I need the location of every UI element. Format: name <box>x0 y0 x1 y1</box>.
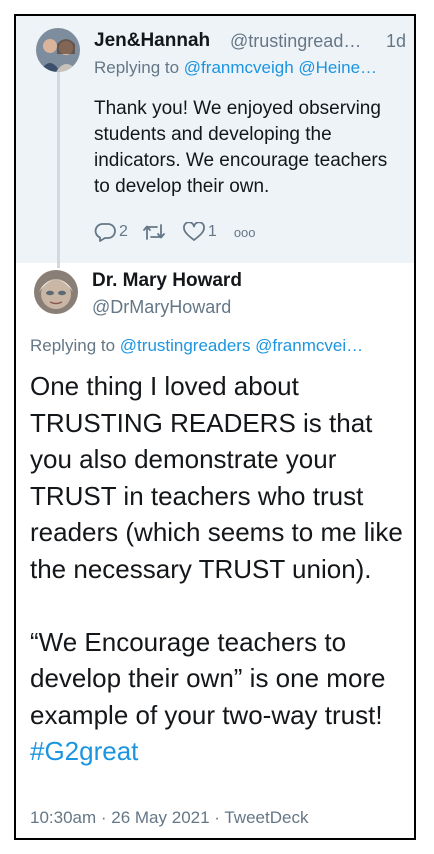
thread-line <box>57 72 60 268</box>
avatar-mary-howard[interactable] <box>34 270 78 314</box>
reply-icon <box>94 223 116 242</box>
reply-action[interactable]: 2 <box>94 222 128 242</box>
main-tweet-paragraph-2: “We Encourage teachers to develop their … <box>30 624 410 770</box>
author-handle[interactable]: @trustingread… <box>230 31 361 52</box>
more-action[interactable]: ooo <box>231 225 256 240</box>
like-count: 1 <box>207 223 217 240</box>
hashtag-link[interactable]: #G2great <box>30 736 138 766</box>
like-action[interactable]: 1 <box>183 222 217 242</box>
retweet-action[interactable] <box>142 222 169 242</box>
main-author-handle[interactable]: @DrMaryHoward <box>92 297 231 318</box>
more-icon: ooo <box>233 224 256 240</box>
avatar-jen-hannah[interactable] <box>36 28 80 72</box>
reply-tweet[interactable]: Jen&Hannah @trustingread… 1d Replying to… <box>16 16 414 268</box>
reply-tweet-text: Thank you! We enjoyed observing students… <box>94 98 388 197</box>
replying-handles-link[interactable]: @franmcveigh @Heine… <box>184 58 377 77</box>
reply-count: 2 <box>119 223 128 240</box>
tweet-screenshot-frame: Jen&Hannah @trustingread… 1d Replying to… <box>14 14 416 840</box>
tweet-timestamp[interactable]: 10:30am · 26 May 2021 · TweetDeck <box>30 808 308 828</box>
main-tweet-paragraph-2-text: “We Encourage teachers to develop their … <box>30 626 386 730</box>
tweet-actions: 2 1 ooo <box>94 220 270 244</box>
retweet-icon <box>143 224 165 240</box>
author-name[interactable]: Jen&Hannah <box>94 30 210 52</box>
replying-prefix: Replying to <box>94 58 180 77</box>
main-replying-to: Replying to @trustingreaders @franmcvei… <box>30 336 405 356</box>
main-tweet-text: One thing I loved about TRUSTING READERS… <box>30 368 410 770</box>
main-tweet-paragraph-1: One thing I loved about TRUSTING READERS… <box>30 371 403 584</box>
main-author-name[interactable]: Dr. Mary Howard <box>92 270 242 292</box>
main-replying-handles-link[interactable]: @trustingreaders @franmcvei… <box>120 336 363 355</box>
like-icon <box>183 222 205 241</box>
main-replying-prefix: Replying to <box>30 336 116 355</box>
replying-to: Replying to @franmcveigh @Heine… <box>94 58 404 78</box>
tweet-time[interactable]: 1d <box>386 31 406 52</box>
